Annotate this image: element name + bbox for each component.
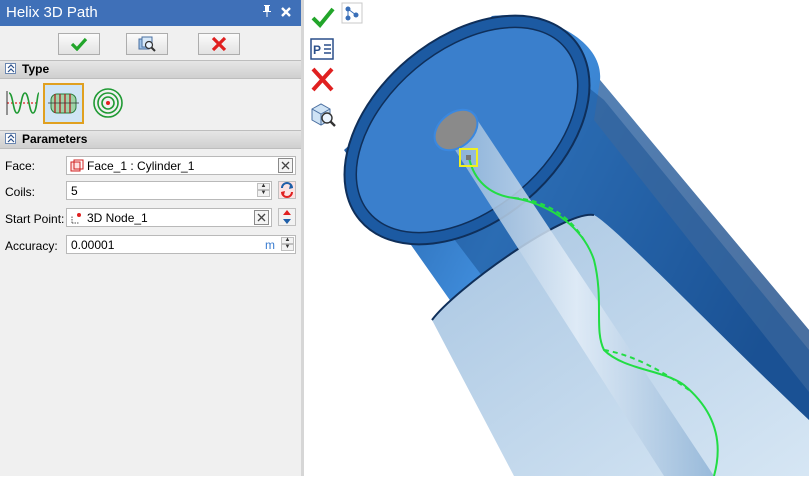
clear-x-icon [257, 213, 266, 222]
collapse-chevron-icon[interactable] [5, 133, 16, 144]
apply-check-icon[interactable] [308, 4, 338, 32]
scene-graph-icon[interactable] [341, 2, 363, 24]
svg-text:P: P [313, 43, 321, 57]
accuracy-spinner[interactable]: ▲ ▼ [281, 237, 294, 252]
parameters-section-header[interactable]: Parameters [0, 130, 301, 149]
reverse-direction-icon[interactable] [278, 181, 296, 199]
coils-label: Coils: [5, 185, 36, 199]
parameters-section-label: Parameters [22, 132, 88, 146]
helix-3d-path-panel: Helix 3D Path Type Parameters Face: Face… [0, 0, 301, 476]
coils-value: 5 [71, 184, 78, 198]
linear-helix-type-button[interactable] [3, 83, 44, 124]
start-point-value: 3D Node_1 [87, 211, 148, 225]
close-icon[interactable] [280, 3, 292, 22]
check-icon [70, 37, 88, 51]
coils-spinner[interactable]: ▲ ▼ [257, 183, 270, 198]
preview-cube-icon[interactable] [308, 100, 338, 128]
panel-title-bar: Helix 3D Path [0, 0, 301, 26]
cylindrical-helix-icon [48, 93, 79, 114]
node-icon [71, 213, 81, 224]
panel-title: Helix 3D Path [6, 4, 98, 21]
cancel-button[interactable] [198, 33, 240, 55]
spin-up-icon[interactable]: ▲ [281, 237, 294, 244]
start-point-node [466, 155, 471, 160]
clear-face-button[interactable] [278, 158, 293, 173]
ok-button[interactable] [58, 33, 100, 55]
cylinder-scene [341, 2, 809, 477]
type-section-label: Type [22, 62, 50, 76]
flip-start-point-icon[interactable] [278, 208, 296, 226]
start-point-label: Start Point: [5, 212, 65, 226]
accuracy-input[interactable]: 0.00001 m ▲ ▼ [66, 235, 296, 254]
pin-icon[interactable] [262, 4, 272, 21]
preview-magnifier-icon [138, 36, 156, 52]
property-editor-icon[interactable]: P [308, 36, 338, 64]
cancel-x-icon[interactable] [308, 66, 338, 94]
spiral-helix-type-button[interactable] [88, 83, 129, 124]
accuracy-label: Accuracy: [5, 239, 58, 253]
collapse-chevron-icon[interactable] [5, 63, 16, 74]
cylindrical-helix-type-button[interactable] [43, 83, 84, 124]
clear-start-point-button[interactable] [254, 210, 269, 225]
face-icon [70, 159, 84, 172]
type-section-header[interactable]: Type [0, 60, 301, 79]
preview-button[interactable] [126, 33, 168, 55]
linear-helix-icon [6, 91, 40, 115]
start-point-field[interactable]: 3D Node_1 [66, 208, 272, 227]
spiral-helix-icon [93, 88, 123, 118]
spin-down-icon[interactable]: ▼ [257, 190, 270, 197]
spin-up-icon[interactable]: ▲ [257, 183, 270, 190]
accuracy-unit: m [265, 238, 275, 252]
viewport-toolbar: P [308, 4, 338, 130]
spin-down-icon[interactable]: ▼ [281, 244, 294, 251]
3d-viewport[interactable] [304, 0, 809, 477]
coils-input[interactable]: 5 ▲ ▼ [66, 181, 272, 200]
clear-x-icon [281, 161, 290, 170]
face-label: Face: [5, 159, 36, 173]
accuracy-value: 0.00001 [71, 238, 115, 252]
face-value: Face_1 : Cylinder_1 [87, 159, 195, 173]
face-field[interactable]: Face_1 : Cylinder_1 [66, 156, 296, 175]
red-x-icon [211, 36, 227, 52]
